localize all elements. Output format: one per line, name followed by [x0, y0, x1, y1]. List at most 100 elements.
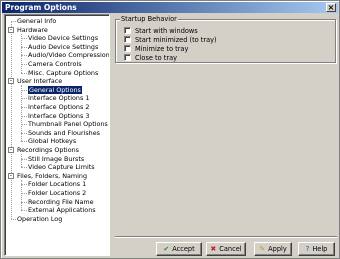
tree-connector — [21, 89, 27, 91]
tree-connector — [21, 132, 27, 134]
tree-connector — [21, 167, 27, 169]
tree-item-label: Misc. Capture Options — [28, 68, 99, 77]
startup-behavior-group: Startup Behavior Start with windows Star… — [115, 15, 336, 63]
tree-item-label: Sounds and Flourishes — [28, 128, 100, 137]
apply-button[interactable]: ✎ Apply — [254, 242, 292, 256]
tree-connector — [21, 158, 27, 160]
tree-item-label: Global Hotkeys — [28, 137, 77, 146]
tree-item[interactable]: Misc. Capture Options — [28, 69, 98, 77]
tree-item[interactable]: Video Capture Limits — [28, 163, 95, 171]
start-minimized-checkbox[interactable]: Start minimized (to tray) — [124, 36, 217, 44]
tree-item-label: Recordings Options — [17, 146, 79, 154]
cancel-button[interactable]: ✖ Cancel — [206, 242, 246, 256]
tree-item[interactable]: Interface Options 2 — [28, 103, 89, 111]
accept-button[interactable]: ✔ Accept — [156, 242, 202, 256]
tree-root-line — [11, 21, 12, 219]
tree-category[interactable]: User Interface — [17, 77, 62, 85]
tree-item-label: External Applications — [28, 206, 96, 215]
tree-connector — [21, 38, 27, 40]
tree-item[interactable]: Video Device Settings — [28, 34, 98, 42]
checkbox-box[interactable] — [124, 27, 131, 34]
close-icon[interactable]: × — [326, 3, 336, 12]
program-options-window: Program Options × General Info - Hardware V… — [0, 0, 340, 259]
tree-category[interactable]: General Info — [17, 17, 56, 25]
tree-category[interactable]: Hardware — [17, 26, 48, 34]
button-separator — [115, 236, 337, 238]
tree-connector — [21, 72, 27, 74]
minimize-to-tray-checkbox[interactable]: Minimize to tray — [124, 45, 188, 53]
tree-category[interactable]: Recordings Options — [17, 146, 79, 154]
tree-item[interactable]: Interface Options 3 — [28, 112, 89, 120]
checkbox-label: Close to tray — [135, 54, 178, 62]
checkbox-label: Minimize to tray — [135, 45, 189, 53]
tree-item[interactable]: Recording File Name — [28, 198, 94, 206]
tree-expander-icon[interactable]: - — [8, 26, 14, 33]
tree-connector — [21, 184, 27, 186]
tree-connector — [21, 124, 27, 126]
tree-item-label: Operation Log — [17, 214, 63, 223]
tree-item-label: General Info — [17, 17, 57, 25]
accept-label: Accept — [172, 245, 195, 253]
tree-item[interactable]: Sounds and Flourishes — [28, 129, 100, 137]
checkbox-box[interactable] — [124, 36, 131, 43]
tree-connector — [21, 141, 27, 143]
help-icon: ? — [305, 245, 310, 253]
tree-connector — [21, 64, 27, 65]
tree-item[interactable]: External Applications — [28, 206, 96, 214]
options-tree[interactable]: General Info - Hardware Video Device Settin… — [4, 14, 110, 256]
checkbox-box[interactable] — [124, 54, 131, 61]
tree-item[interactable]: Still Image Bursts — [28, 155, 84, 163]
start-with-windows-checkbox[interactable]: Start with windows — [124, 27, 198, 35]
tree-item-label: Interface Options 3 — [28, 111, 90, 120]
tree-item[interactable]: Audio/Video Compression — [28, 51, 110, 60]
tree-connector — [21, 193, 27, 194]
cancel-label: Cancel — [219, 245, 242, 253]
tree-item[interactable]: Audio Device Settings — [28, 43, 98, 51]
help-label: Help — [312, 245, 328, 253]
pencil-icon: ✎ — [259, 245, 266, 253]
tree-category[interactable]: Operation Log — [17, 215, 62, 223]
tree-connector — [21, 201, 27, 203]
tree-branch-line — [21, 33, 22, 73]
tree-item-label: Audio/Video Compression — [28, 51, 110, 60]
tree-connector — [11, 218, 16, 220]
tree-expander-icon[interactable]: - — [8, 147, 14, 153]
tree-category[interactable]: Files, Folders, Naming — [17, 172, 87, 180]
title-bar[interactable]: Program Options × — [2, 2, 338, 13]
tree-item[interactable]: General Options — [28, 85, 82, 94]
tree-connector — [11, 21, 16, 22]
tree-item[interactable]: Folder Locations 2 — [28, 189, 86, 197]
tree-item-label: Video Capture Limits — [28, 163, 95, 172]
tree-expander-icon[interactable]: - — [8, 172, 14, 179]
tree-item-label: Still Image Bursts — [28, 154, 85, 163]
tree-item-label: Video Device Settings — [28, 34, 99, 43]
tree-expander-icon[interactable]: - — [8, 78, 14, 85]
checkbox-label: Start minimized (to tray) — [135, 36, 217, 44]
help-button[interactable]: ? Help — [298, 242, 335, 256]
window-title: Program Options — [5, 3, 77, 12]
tree-item-label: Interface Options 1 — [28, 94, 90, 103]
tree-item-label: Recording File Name — [28, 197, 94, 206]
startup-behavior-legend: Startup Behavior — [120, 15, 178, 23]
tree-item[interactable]: Folder Locations 1 — [28, 180, 86, 188]
x-icon: ✖ — [210, 245, 217, 253]
close-to-tray-checkbox[interactable]: Close to tray — [124, 54, 177, 62]
tree-item[interactable]: Global Hotkeys — [28, 137, 76, 145]
tree-connector — [21, 107, 27, 108]
checkbox-box[interactable] — [124, 45, 131, 52]
apply-label: Apply — [268, 245, 287, 253]
tree-item[interactable]: Thumbnail Panel Options — [28, 120, 108, 128]
tree-item-label: Thumbnail Panel Options — [28, 120, 108, 129]
tree-item[interactable]: Camera Controls — [28, 60, 82, 68]
tree-item[interactable]: Interface Options 1 — [28, 94, 89, 102]
tree-connector — [21, 46, 27, 48]
tree-connector — [21, 98, 27, 100]
checkbox-label: Start with windows — [135, 27, 198, 35]
tree-connector — [21, 55, 27, 57]
tree-item-label: General Options — [28, 85, 82, 94]
checkmark-icon: ✔ — [163, 245, 170, 253]
tree-connector — [21, 210, 27, 212]
tree-item-label: Folder Locations 1 — [28, 180, 87, 189]
tree-item-label: Files, Folders, Naming — [17, 171, 88, 180]
tree-connector — [21, 115, 27, 117]
